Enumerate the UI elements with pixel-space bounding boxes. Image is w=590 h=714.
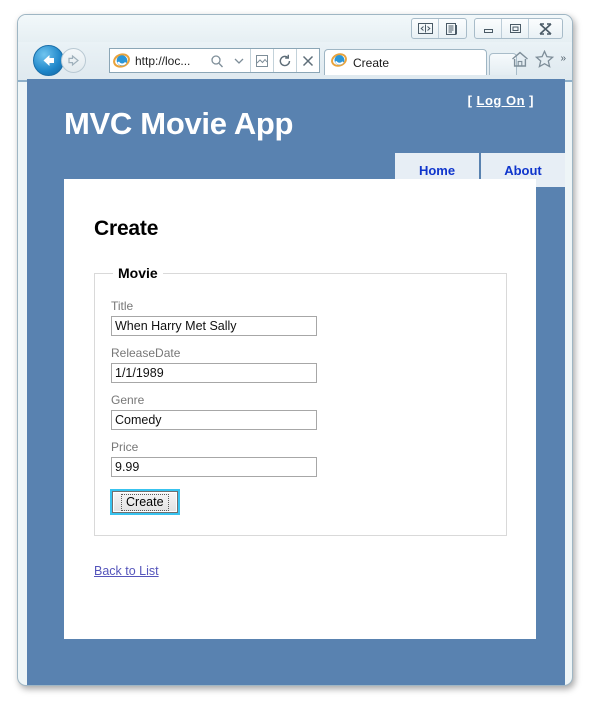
site-header: [ Log On ] MVC Movie App Home About (27, 79, 565, 187)
logon-bracket-open: [ (467, 93, 473, 108)
logon-area: [ Log On ] (468, 93, 534, 108)
restore-icon[interactable] (502, 19, 529, 38)
label-price: Price (111, 440, 139, 454)
tab-label: Create (353, 55, 390, 70)
forward-button[interactable] (61, 48, 86, 73)
back-to-list-link[interactable]: Back to List (94, 564, 159, 578)
toolbar-overflow-icon[interactable]: » (560, 54, 566, 64)
window-controls-group (404, 18, 563, 39)
close-icon[interactable] (529, 19, 562, 38)
content-card: Create Movie Title ReleaseDate Genre Pri… (64, 179, 536, 639)
movie-fieldset: Movie Title ReleaseDate Genre Price Crea… (94, 265, 507, 536)
address-bar[interactable]: http://loc... (109, 48, 320, 73)
label-genre: Genre (111, 393, 145, 407)
address-input[interactable]: http://loc... (130, 54, 206, 68)
reading-view-icon[interactable] (439, 19, 466, 38)
price-input[interactable] (111, 457, 317, 477)
compatibility-icon[interactable] (251, 49, 273, 72)
browser-titlebar (18, 15, 572, 42)
view-buttons-group (411, 18, 467, 39)
dropdown-arrow-icon[interactable] (228, 49, 250, 72)
browser-navigation-bar: http://loc... Create » (18, 42, 572, 80)
label-title: Title (111, 299, 134, 313)
window-buttons-group (474, 18, 563, 39)
page-title: Create (94, 217, 159, 240)
tab-favicon-icon (331, 52, 347, 73)
label-releasedate: ReleaseDate (111, 346, 181, 360)
search-icon[interactable] (206, 49, 228, 72)
create-submit-button[interactable]: Create (110, 489, 180, 515)
browser-window: http://loc... Create » [Log On] MVC Mo… (17, 14, 573, 686)
movie-fieldset-legend: Movie (118, 265, 158, 281)
stop-icon[interactable] (297, 49, 319, 72)
home-icon[interactable] (511, 51, 529, 68)
create-movie-form: Movie Title ReleaseDate Genre Price Crea… (94, 265, 507, 536)
logon-link[interactable]: Log On (477, 93, 526, 108)
favorites-star-icon[interactable] (535, 50, 555, 68)
back-button[interactable] (33, 45, 64, 76)
tab-strip: Create (324, 48, 517, 75)
site-title: MVC Movie App (64, 106, 294, 141)
genre-input[interactable] (111, 410, 317, 430)
refresh-icon[interactable] (274, 49, 296, 72)
browser-toolbar-right: » (511, 50, 566, 68)
logon-bracket-close: ] (529, 93, 534, 108)
ie-favicon-icon (113, 52, 130, 69)
web-page-body: [ Log On ] MVC Movie App Home About Crea… (27, 79, 565, 685)
compatibility-view-icon[interactable] (412, 19, 439, 38)
title-input[interactable] (111, 316, 317, 336)
minimize-icon[interactable] (475, 19, 502, 38)
create-submit-button-label: Create (121, 493, 169, 511)
tab-create[interactable]: Create (324, 49, 487, 75)
back-to-list-wrap: Back to List (94, 562, 506, 580)
releasedate-input[interactable] (111, 363, 317, 383)
